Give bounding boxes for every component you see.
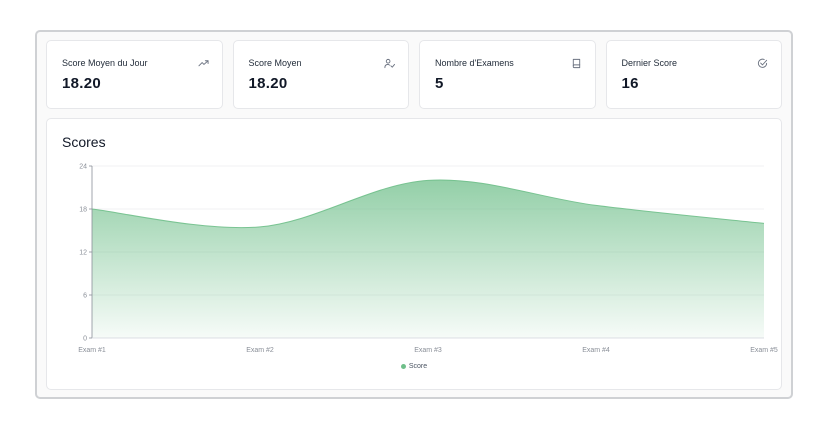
y-tick-label: 12 [79,250,87,257]
stat-title: Score Moyen [248,58,302,68]
y-tick-label: 6 [83,293,87,300]
stat-card-last-score: Dernier Score 16 [605,40,782,109]
x-tick-label: Exam #5 [750,347,778,354]
user-check-icon [384,58,395,69]
dashboard-frame: Score Moyen du Jour 18.20 Score Moyen 18… [35,30,793,399]
x-tick-label: Exam #1 [78,347,106,354]
y-tick-label: 0 [83,336,87,343]
x-tick-label: Exam #4 [582,347,610,354]
stat-title: Nombre d'Examens [435,58,514,68]
stat-title: Score Moyen du Jour [62,58,148,68]
trending-up-icon [197,60,209,67]
stats-row: Score Moyen du Jour 18.20 Score Moyen 18… [46,40,782,109]
scores-area-chart: 0 6 12 18 24 Exam #1 Exam #2 Exam #3 Exam #4 Exam… [78,164,778,355]
stat-value: 5 [435,75,444,92]
stat-card-average: Score Moyen 18.20 [232,40,409,109]
book-icon [572,58,580,69]
x-tick-label: Exam #3 [414,347,442,354]
stat-card-daily-average: Score Moyen du Jour 18.20 [46,40,223,109]
stat-title: Dernier Score [621,58,678,68]
stat-value: 18.20 [62,75,102,92]
check-circle-icon [757,58,768,68]
scores-chart-card: Scores 0 6 12 18 24 Exam #1 Exam #2 Exam #3 Exam… [46,118,782,390]
legend-swatch [400,363,406,369]
x-tick-label: Exam #2 [246,347,274,354]
legend-label: Score [408,363,428,370]
y-tick-label: 24 [79,164,87,171]
stat-value: 18.20 [248,75,288,92]
y-tick-label: 18 [79,207,87,214]
stat-value: 16 [621,75,639,92]
chart-legend[interactable]: Score [47,363,781,370]
score-area [92,179,764,338]
stat-card-exam-count: Nombre d'Examens 5 [419,40,596,109]
